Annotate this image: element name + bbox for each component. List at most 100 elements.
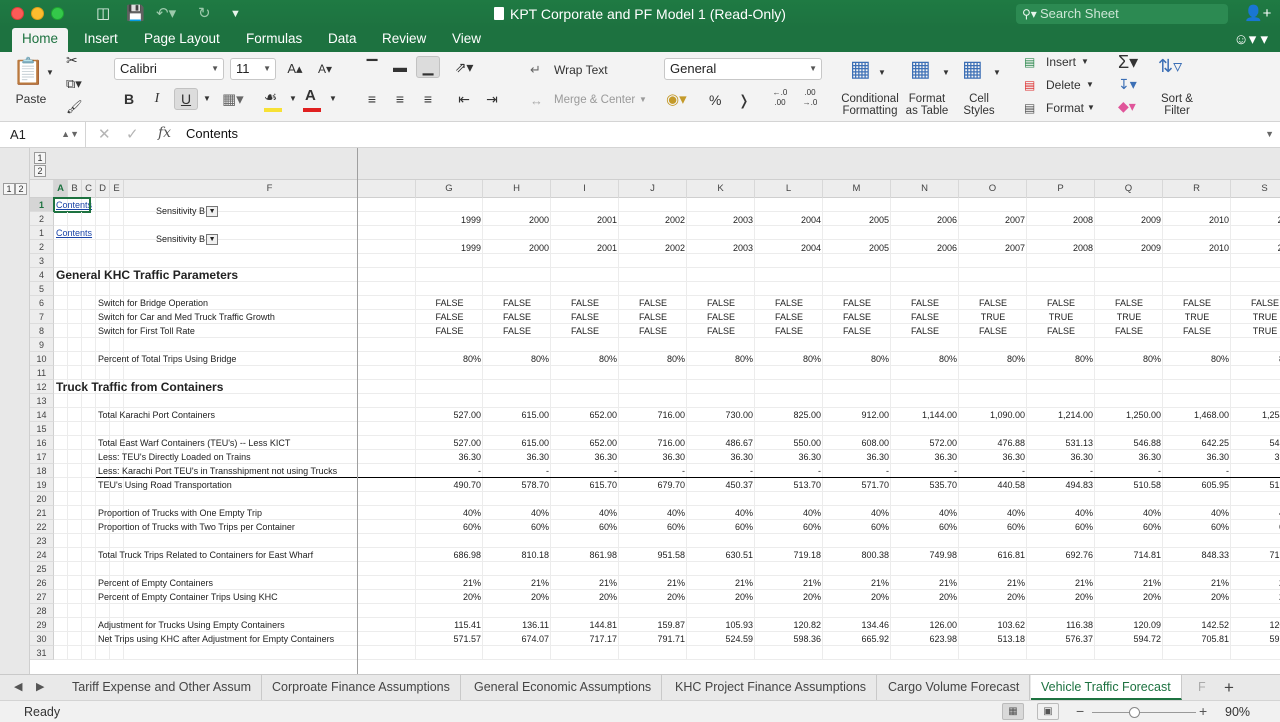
grid-cell[interactable] xyxy=(110,198,124,212)
grid-cell[interactable] xyxy=(1095,492,1163,506)
grid-cell[interactable] xyxy=(959,604,1027,618)
row-header[interactable]: 15 xyxy=(30,422,54,436)
value-cell[interactable]: 36.30 xyxy=(1231,450,1280,464)
tab-view[interactable]: View xyxy=(442,28,491,52)
grid-cell[interactable] xyxy=(1095,226,1163,240)
column-header-d[interactable]: D xyxy=(96,180,110,198)
grid-cell[interactable] xyxy=(54,464,68,478)
tab-insert[interactable]: Insert xyxy=(74,28,128,52)
grid-cell[interactable] xyxy=(416,492,483,506)
grid-cell[interactable] xyxy=(755,380,823,394)
format-as-table-dropdown-icon[interactable]: ▼ xyxy=(942,68,950,77)
grid-cell[interactable] xyxy=(82,324,96,338)
grid-cell[interactable] xyxy=(110,534,124,548)
value-cell[interactable]: 159.87 xyxy=(619,618,687,632)
value-cell[interactable]: - xyxy=(823,464,891,478)
grid-cell[interactable] xyxy=(82,548,96,562)
column-header-c[interactable]: C xyxy=(82,180,96,198)
value-cell[interactable]: 20% xyxy=(416,590,483,604)
grid-cell[interactable] xyxy=(1095,198,1163,212)
row-header[interactable]: 1 xyxy=(30,198,54,212)
grid-cell[interactable] xyxy=(891,282,959,296)
value-cell[interactable]: 642.25 xyxy=(1163,436,1231,450)
column-header-a[interactable]: A xyxy=(54,180,68,198)
value-cell[interactable]: FALSE xyxy=(687,324,755,338)
grid-cell[interactable] xyxy=(619,282,687,296)
font-color-dropdown-icon[interactable]: ▼ xyxy=(329,94,337,103)
underline-dropdown-icon[interactable]: ▼ xyxy=(203,94,211,103)
value-cell[interactable]: 2005 xyxy=(823,241,891,255)
value-cell[interactable]: 2001 xyxy=(551,213,619,227)
grid-cell[interactable] xyxy=(1027,492,1095,506)
value-cell[interactable]: 40% xyxy=(619,506,687,520)
grid-cell[interactable] xyxy=(687,604,755,618)
grid-cell[interactable] xyxy=(110,562,124,576)
row-header[interactable]: 12 xyxy=(30,380,54,394)
grid-cell[interactable] xyxy=(110,366,124,380)
row-header[interactable]: 22 xyxy=(30,520,54,534)
grid-cell[interactable] xyxy=(959,226,1027,240)
value-cell[interactable]: TRUE xyxy=(1231,310,1280,324)
value-cell[interactable]: 20% xyxy=(1163,590,1231,604)
value-cell[interactable]: 120.09 xyxy=(1095,618,1163,632)
grid-cell[interactable] xyxy=(1163,268,1231,282)
grid-cell[interactable] xyxy=(551,562,619,576)
grid-cell[interactable] xyxy=(68,324,82,338)
value-cell[interactable]: 674.07 xyxy=(483,632,551,646)
grid-cell[interactable] xyxy=(1027,226,1095,240)
grid-cell[interactable] xyxy=(54,324,68,338)
value-cell[interactable]: - xyxy=(483,464,551,478)
grid-cell[interactable] xyxy=(891,198,959,212)
value-cell[interactable]: 705.81 xyxy=(1163,632,1231,646)
value-cell[interactable]: 571.57 xyxy=(416,632,483,646)
autosum-icon[interactable]: Σ▾ xyxy=(1118,52,1138,73)
grid-cell[interactable] xyxy=(483,380,551,394)
value-cell[interactable]: 1,214.00 xyxy=(1027,408,1095,422)
grid-cell[interactable] xyxy=(68,618,82,632)
value-cell[interactable]: 36.30 xyxy=(619,450,687,464)
column-header-n[interactable]: N xyxy=(891,180,959,198)
grid-cell[interactable] xyxy=(54,310,68,324)
grid-cell[interactable] xyxy=(1163,422,1231,436)
column-outline-level-2[interactable]: 2 xyxy=(34,165,46,177)
value-cell[interactable]: 40% xyxy=(823,506,891,520)
font-size-select[interactable]: 11 ▼ xyxy=(230,58,276,80)
row-header[interactable]: 16 xyxy=(30,436,54,450)
format-cells-button[interactable]: Format xyxy=(1046,101,1084,115)
grid-cell[interactable] xyxy=(755,198,823,212)
italic-button[interactable]: I xyxy=(145,88,169,110)
grid-cell[interactable] xyxy=(551,198,619,212)
value-cell[interactable]: FALSE xyxy=(416,296,483,310)
grid-cell[interactable] xyxy=(891,268,959,282)
value-cell[interactable]: 576.37 xyxy=(1027,632,1095,646)
grid-cell[interactable] xyxy=(54,450,68,464)
grid-cell[interactable] xyxy=(959,422,1027,436)
increase-font-size-button[interactable]: A▴ xyxy=(283,58,307,80)
grid-cell[interactable] xyxy=(110,604,124,618)
underline-button[interactable]: U xyxy=(174,88,198,110)
grid-cell[interactable] xyxy=(1027,198,1095,212)
save-icon[interactable]: 💾 xyxy=(126,4,145,24)
value-cell[interactable]: 513.18 xyxy=(959,632,1027,646)
sheet-tab[interactable]: Cargo Volume Forecast xyxy=(878,675,1031,700)
grid-cell[interactable] xyxy=(619,394,687,408)
value-cell[interactable]: 2007 xyxy=(959,241,1027,255)
value-cell[interactable]: 825.00 xyxy=(755,408,823,422)
grid-cell[interactable] xyxy=(551,268,619,282)
grid-cell[interactable] xyxy=(82,366,96,380)
grid-cell[interactable] xyxy=(551,282,619,296)
value-cell[interactable]: 1,090.00 xyxy=(959,408,1027,422)
format-as-table-icon[interactable]: ▦ xyxy=(910,56,931,82)
grid-cell[interactable] xyxy=(891,604,959,618)
grid-cell[interactable] xyxy=(82,394,96,408)
value-cell[interactable]: 40% xyxy=(1095,506,1163,520)
value-cell[interactable]: 80% xyxy=(1231,352,1280,366)
grid-cell[interactable] xyxy=(68,240,82,254)
value-cell[interactable]: 494.83 xyxy=(1027,478,1095,492)
grid-cell[interactable] xyxy=(124,282,416,296)
value-cell[interactable]: 80% xyxy=(619,352,687,366)
minimize-window-button[interactable] xyxy=(31,7,44,20)
value-cell[interactable]: 791.71 xyxy=(619,632,687,646)
grid-cell[interactable] xyxy=(124,646,416,660)
accounting-format-icon[interactable]: ◉▾ xyxy=(666,90,687,108)
